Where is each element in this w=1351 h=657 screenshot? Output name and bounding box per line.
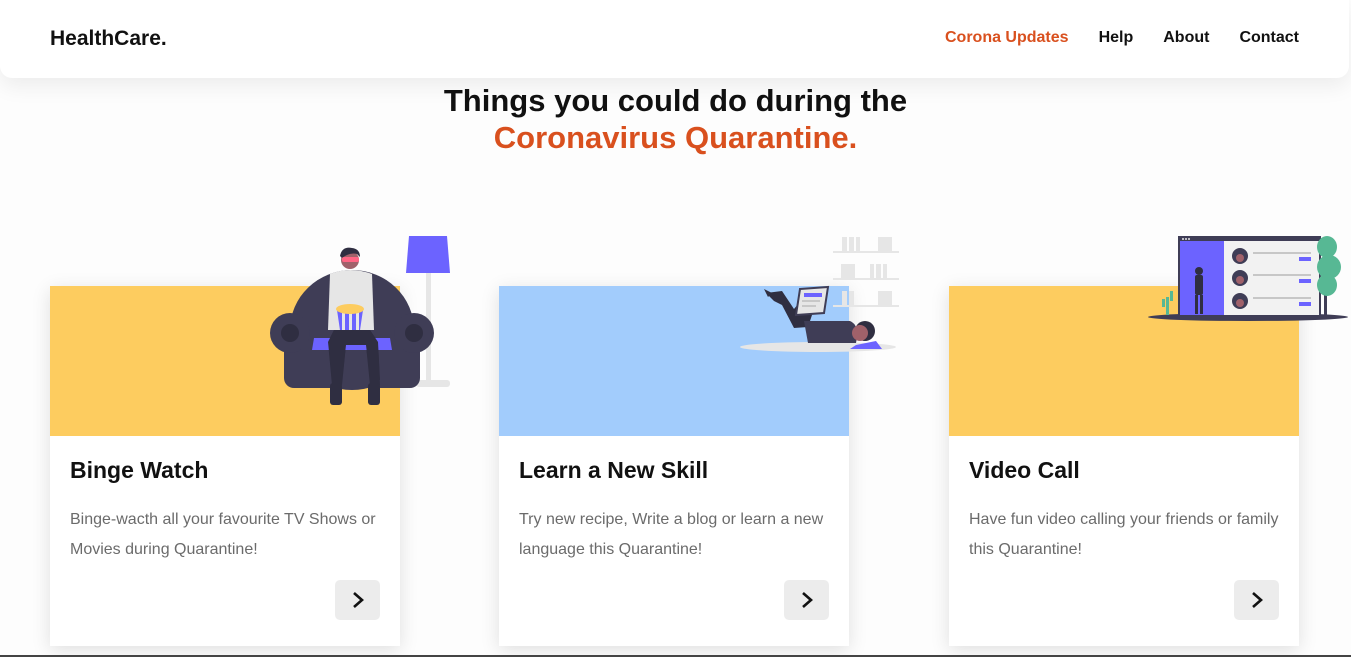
- card-description: Binge-wacth all your favourite TV Shows …: [70, 511, 376, 558]
- nav-links: Corona Updates Help About Contact: [945, 29, 1299, 47]
- card-next-button[interactable]: [1234, 580, 1279, 620]
- brand-logo[interactable]: HealthCare.: [50, 27, 167, 51]
- binge-watch-illustration: [270, 236, 450, 405]
- card-title: Video Call: [969, 457, 1080, 483]
- navbar: HealthCare. Corona Updates Help About Co…: [0, 0, 1349, 78]
- chevron-right-icon: [352, 592, 364, 608]
- card-title: Learn a New Skill: [519, 457, 709, 483]
- card-video-call: Video Call Have fun video calling your f…: [949, 286, 1299, 646]
- card-description: Try new recipe, Write a blog or learn a …: [519, 511, 824, 558]
- video-call-illustration: [1148, 236, 1348, 321]
- headline-line2: Coronavirus Quarantine.: [493, 120, 858, 155]
- card-title: Binge Watch: [70, 457, 209, 483]
- chevron-right-icon: [801, 592, 813, 608]
- card-description: Have fun video calling your friends or f…: [969, 511, 1279, 558]
- headline-line1: Things you could do during the: [443, 83, 908, 118]
- nav-link-about[interactable]: About: [1163, 29, 1209, 47]
- card-next-button[interactable]: [335, 580, 380, 620]
- page-headline: Things you could do during the Coronavir…: [0, 82, 1351, 156]
- nav-link-contact[interactable]: Contact: [1239, 29, 1299, 47]
- chevron-right-icon: [1251, 592, 1263, 608]
- card-next-button[interactable]: [784, 580, 829, 620]
- nav-link-help[interactable]: Help: [1099, 29, 1134, 47]
- nav-link-corona-updates[interactable]: Corona Updates: [945, 29, 1069, 47]
- learning-illustration: [740, 237, 899, 352]
